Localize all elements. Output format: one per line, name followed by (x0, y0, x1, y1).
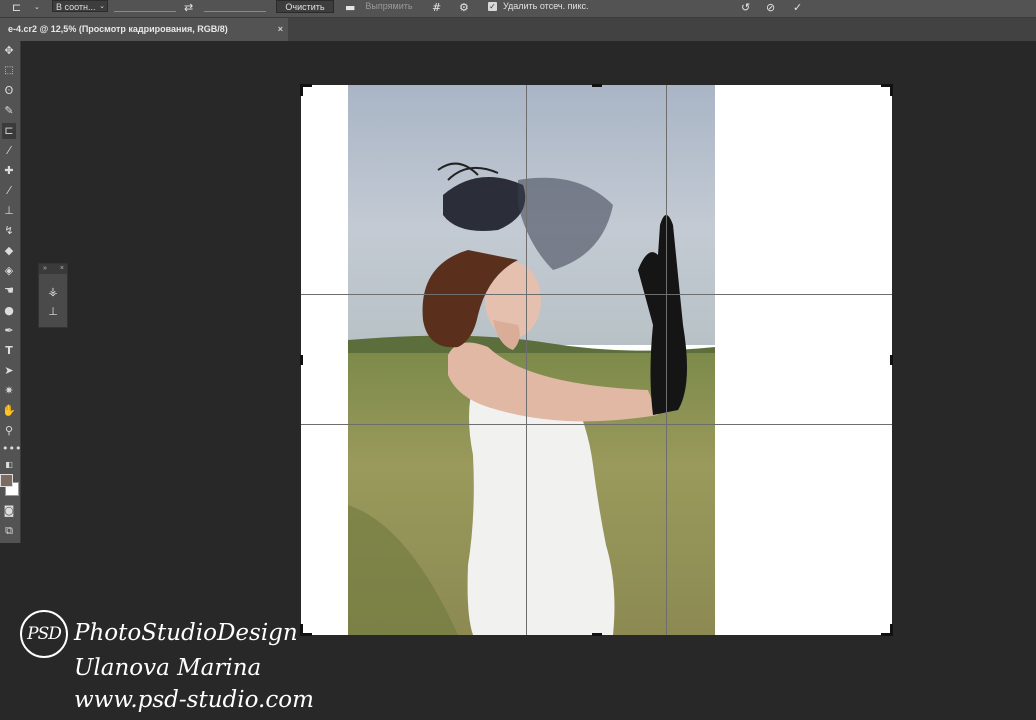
screen-mode-icon[interactable]: ⧉ (2, 523, 16, 539)
crop-handle-bottom-right[interactable] (881, 624, 893, 636)
photo-illustration (348, 85, 715, 635)
chevron-down-icon[interactable]: ⌄ (34, 3, 40, 11)
document-canvas[interactable] (300, 84, 893, 636)
crop-icon[interactable]: ⊏ (12, 1, 21, 14)
psd-logo: PSD (20, 610, 68, 658)
collapse-icon[interactable]: » (43, 264, 47, 274)
quick-mask-icon[interactable]: ◙ (2, 503, 16, 519)
toolbox: ✥ ⬚ ʘ ✎ ⊏ ⁄ ✚ ⁄ ⊥ ↯ ◆ ◈ ☚ ● ✒ T ➤ ✷ ✋ ⚲ … (0, 41, 21, 543)
panel-header[interactable]: » × (39, 264, 67, 274)
more-tools-icon[interactable]: ••• (2, 441, 21, 457)
grid-line-vertical (526, 85, 527, 635)
gear-icon[interactable]: ⚙ (459, 1, 469, 14)
width-input[interactable] (114, 1, 176, 12)
dodge-tool-icon[interactable]: ● (2, 303, 16, 319)
clear-button[interactable]: Очистить (276, 0, 334, 13)
healing-brush-tool-icon[interactable]: ✚ (2, 163, 16, 179)
cancel-icon[interactable]: ⊘ (766, 1, 775, 14)
brush-tool-icon[interactable]: ⁄ (2, 183, 16, 199)
delete-cropped-checkbox[interactable]: ✓ (488, 2, 497, 11)
crop-handle-top[interactable] (592, 84, 602, 87)
floating-tool-panel: » × ⚶ ⊥ (38, 263, 68, 328)
grid-overlay-icon[interactable]: # (432, 1, 441, 14)
crop-handle-right[interactable] (890, 355, 893, 365)
watermark-url: www.psd-studio.com (74, 687, 314, 713)
zoom-tool-icon[interactable]: ⚲ (2, 423, 16, 439)
lasso-tool-icon[interactable]: ʘ (2, 83, 16, 99)
eraser-tool-icon[interactable]: ◆ (2, 243, 16, 259)
paint-bucket-tool-icon[interactable]: ◈ (2, 263, 16, 279)
ratio-select[interactable]: В соотн... ⌄ (52, 0, 108, 12)
document-tab[interactable]: e-4.cr2 @ 12,5% (Просмотр кадрирования, … (0, 18, 288, 41)
height-input[interactable] (204, 1, 266, 12)
document-tab-title: e-4.cr2 @ 12,5% (Просмотр кадрирования, … (8, 24, 228, 34)
grid-line-horizontal (301, 294, 892, 295)
smudge-tool-icon[interactable]: ☚ (2, 283, 16, 299)
options-bar: ⊏ ⌄ В соотн... ⌄ ⇄ Очистить ▬ Выпрямить … (0, 0, 1036, 18)
hand-tool-icon[interactable]: ✋ (2, 403, 16, 419)
crop-handle-bottom[interactable] (592, 633, 602, 636)
crop-tool-icon[interactable]: ⊏ (2, 123, 16, 139)
chevron-down-icon: ⌄ (99, 3, 105, 10)
marquee-tool-icon[interactable]: ⬚ (2, 63, 16, 79)
watermark-author: Ulanova Marina (74, 655, 262, 681)
grid-line-vertical (666, 85, 667, 635)
clone-source-icon[interactable]: ⊥ (45, 304, 61, 320)
watermark: PSD PhotoStudioDesign Ulanova Marina www… (20, 607, 314, 717)
foreground-color-swatch[interactable] (0, 474, 13, 487)
default-colors-icon[interactable]: ◧ ↰ (2, 457, 16, 485)
close-icon[interactable]: × (278, 18, 283, 41)
crop-handle-top-right[interactable] (881, 84, 893, 96)
straighten-button[interactable]: Выпрямить (362, 0, 416, 13)
grid-line-horizontal (301, 424, 892, 425)
crop-handle-left[interactable] (300, 355, 303, 365)
path-select-tool-icon[interactable]: ➤ (2, 363, 16, 379)
swap-icon[interactable]: ⇄ (184, 1, 193, 14)
pen-tool-icon[interactable]: ✒ (2, 323, 16, 339)
delete-cropped-label: Удалить отсеч. пикс. (503, 1, 589, 11)
quick-select-tool-icon[interactable]: ✎ (2, 103, 16, 119)
history-brush-tool-icon[interactable]: ↯ (2, 223, 16, 239)
close-icon[interactable]: × (60, 264, 64, 274)
type-tool-icon[interactable]: T (2, 343, 16, 359)
crop-handle-top-left[interactable] (300, 84, 312, 96)
checkmark-icon[interactable]: ✓ (793, 1, 802, 14)
photo-image (348, 85, 715, 635)
level-icon[interactable]: ▬ (345, 1, 355, 14)
custom-shape-tool-icon[interactable]: ✷ (2, 383, 16, 399)
ratio-select-value: В соотн... (56, 2, 96, 12)
clone-stamp-tool-icon[interactable]: ⊥ (2, 203, 16, 219)
document-tab-bar: e-4.cr2 @ 12,5% (Просмотр кадрирования, … (0, 18, 1036, 41)
eyedropper-tool-icon[interactable]: ⁄ (2, 143, 16, 159)
brush-presets-icon[interactable]: ⚶ (45, 284, 61, 300)
watermark-brand: PhotoStudioDesign (74, 620, 298, 646)
reset-icon[interactable]: ↺ (741, 1, 750, 14)
move-tool-icon[interactable]: ✥ (2, 43, 16, 59)
